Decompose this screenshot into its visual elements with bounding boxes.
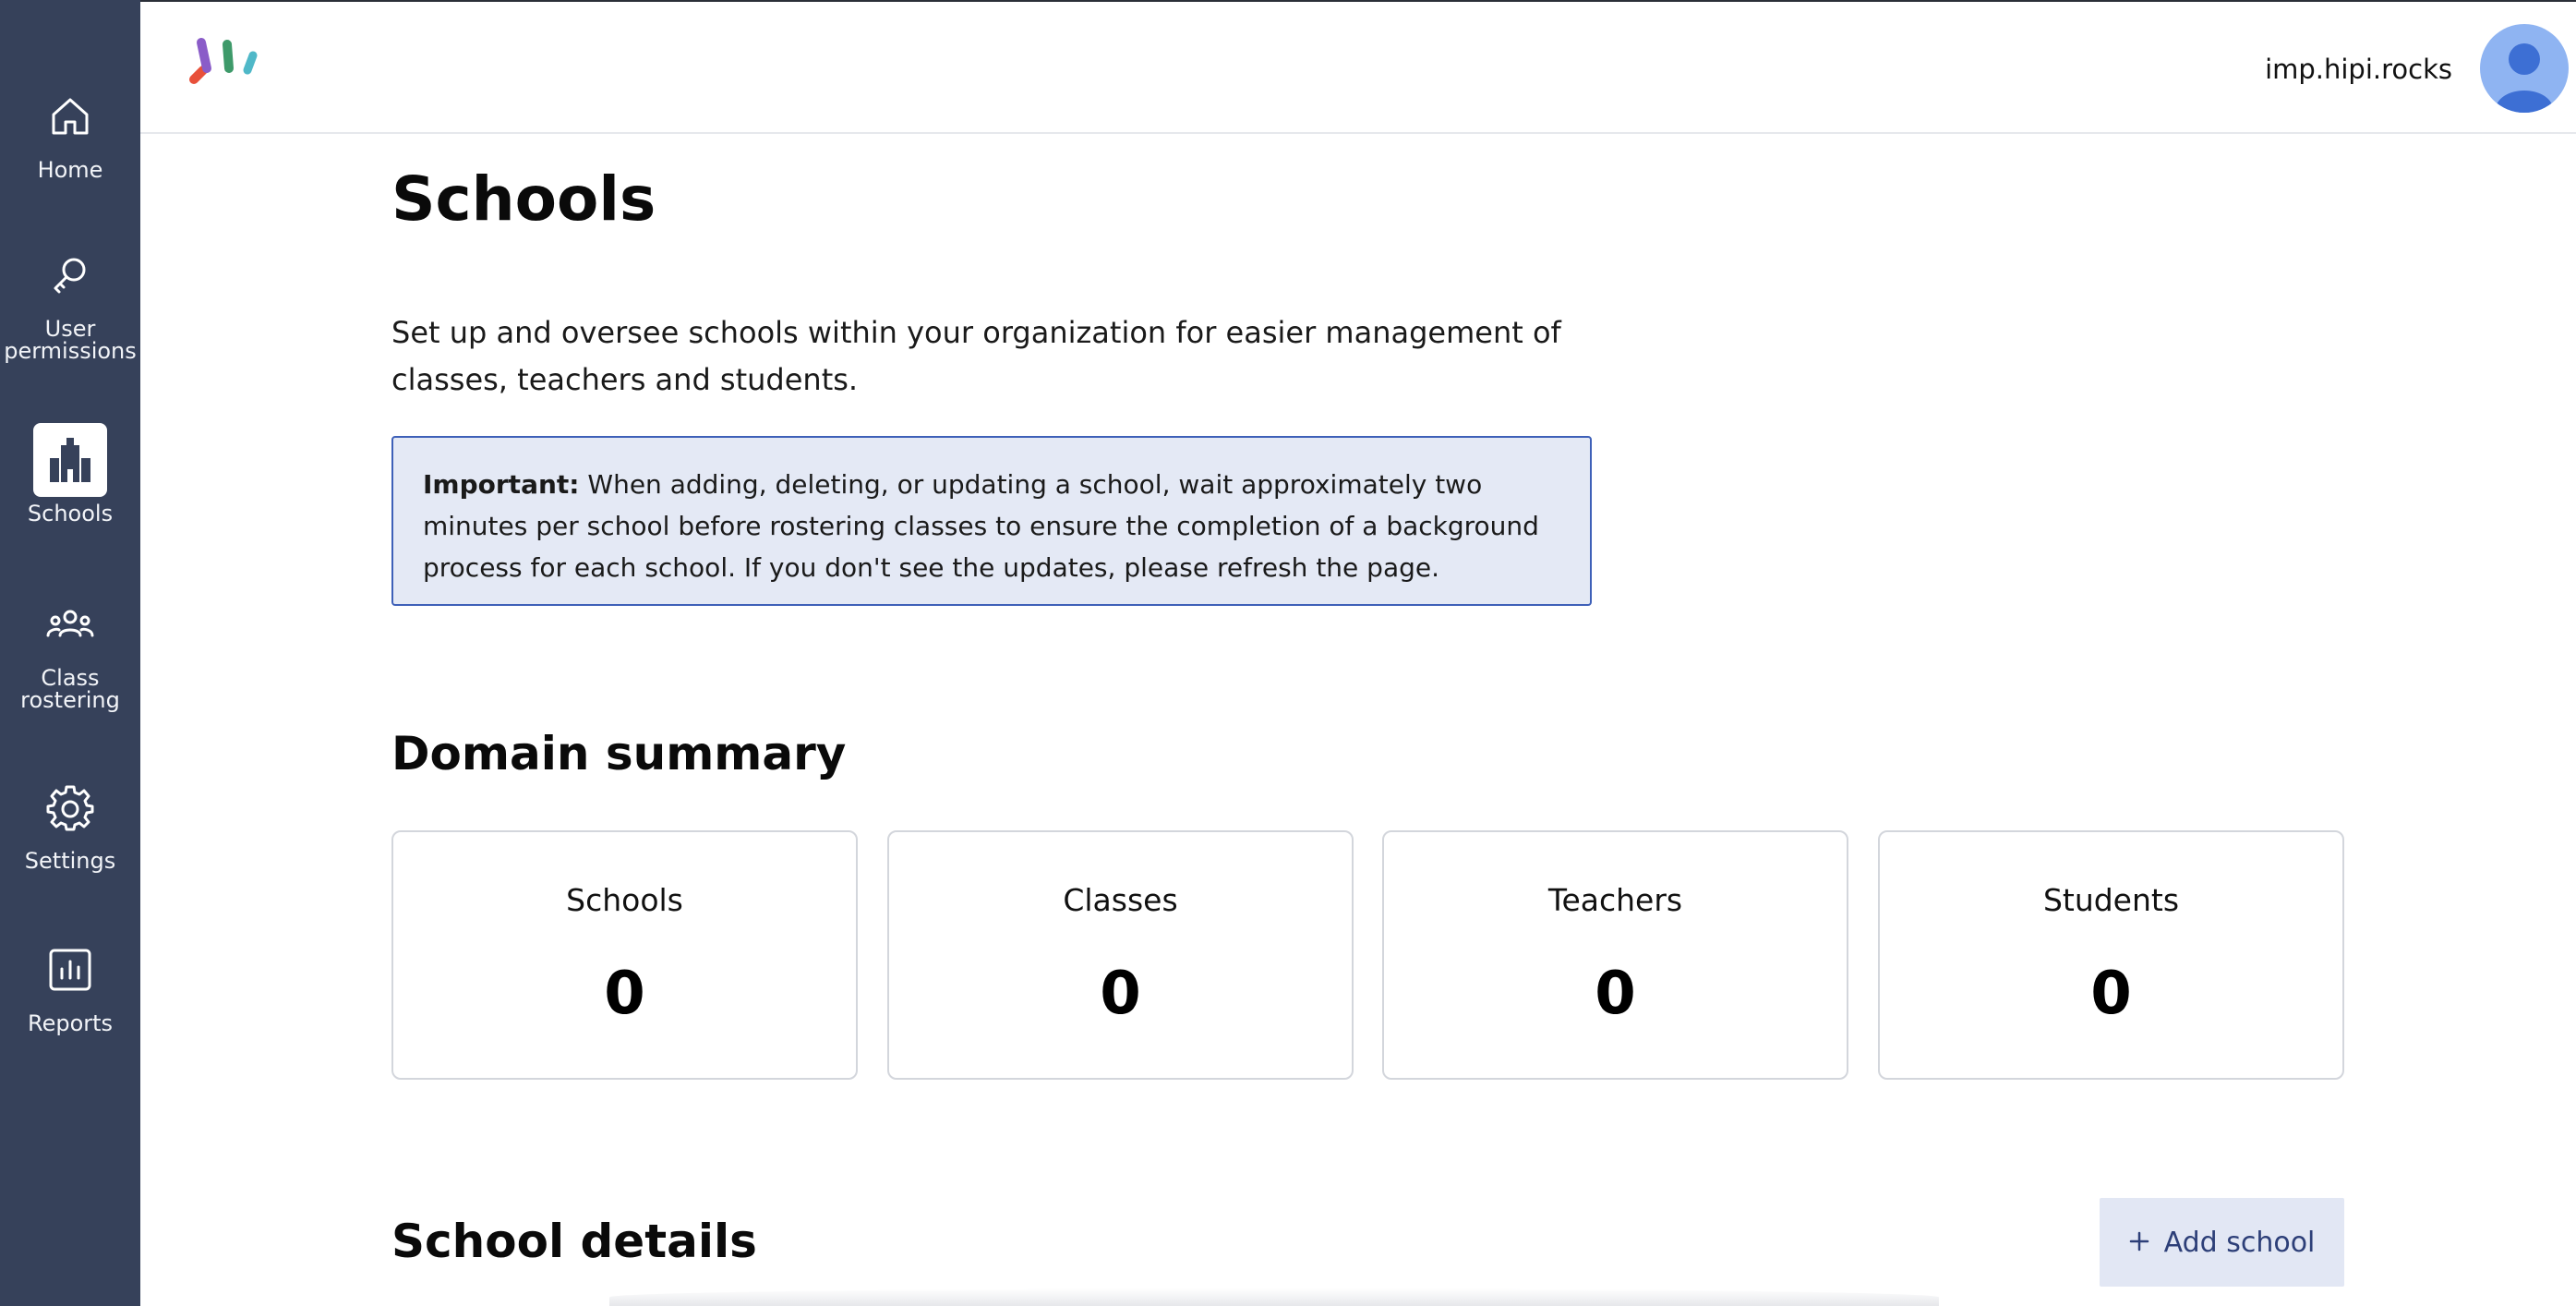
plus-icon (2129, 1227, 2149, 1259)
card-value: 0 (1595, 960, 1636, 1028)
brand-logo[interactable] (183, 35, 266, 91)
sidebar-item-label-line-1: User (44, 316, 96, 342)
gear-icon (33, 770, 107, 844)
sidebar-item-label-line-2: rostering (20, 687, 120, 713)
add-school-label: Add school (2163, 1226, 2316, 1259)
sidebar-nav: Home User permissions Schools Class rost… (0, 0, 140, 1306)
summary-card-students: Students 0 (1878, 830, 2344, 1080)
summary-card-schools: Schools 0 (391, 830, 858, 1080)
sidebar-item-home[interactable]: Home (0, 79, 140, 181)
username-label[interactable]: imp.hipi.rocks (2265, 54, 2452, 85)
notice-strong: Important: (423, 469, 580, 500)
top-bar: imp.hipi.rocks (140, 0, 2576, 134)
sidebar-item-label-line-1: Class (41, 665, 100, 691)
card-label: Students (2042, 882, 2180, 918)
card-label: Classes (1063, 882, 1178, 918)
bar-chart-icon (33, 933, 107, 1007)
card-value: 0 (2090, 960, 2132, 1028)
important-notice: Important: When adding, deleting, or upd… (391, 436, 1592, 606)
sidebar-item-user-permissions[interactable]: User permissions (0, 238, 140, 362)
user-avatar-icon[interactable] (2480, 24, 2569, 113)
key-icon (33, 238, 107, 312)
sidebar-item-reports[interactable]: Reports (0, 933, 140, 1034)
sidebar-item-class-rostering[interactable]: Class rostering (0, 587, 140, 711)
table-top-shadow (609, 1288, 1939, 1306)
card-value: 0 (1100, 960, 1141, 1028)
sidebar-item-label: Settings (24, 848, 116, 874)
school-details-title: School details (391, 1215, 757, 1268)
domain-summary-title: Domain summary (391, 727, 847, 780)
summary-card-classes: Classes 0 (887, 830, 1354, 1080)
page-title: Schools (391, 163, 656, 235)
page-intro: Set up and oversee schools within your o… (391, 315, 1561, 397)
people-group-icon (33, 587, 107, 661)
summary-cards: Schools 0 Classes 0 Teachers 0 Students … (391, 830, 2344, 1080)
notice-text: When adding, deleting, or updating a sch… (423, 469, 1539, 583)
home-icon (33, 79, 107, 153)
sidebar-item-label: Home (37, 157, 103, 183)
sidebar-item-label: Reports (27, 1010, 114, 1036)
card-label: Schools (566, 882, 683, 918)
card-value: 0 (604, 960, 645, 1028)
school-icon (33, 423, 107, 497)
summary-card-teachers: Teachers 0 (1382, 830, 1848, 1080)
sidebar-item-settings[interactable]: Settings (0, 770, 140, 872)
card-label: Teachers (1547, 882, 1683, 918)
add-school-button[interactable]: Add school (2100, 1198, 2344, 1287)
sidebar-item-schools[interactable]: Schools (0, 423, 140, 525)
sidebar-item-label: Schools (27, 501, 114, 526)
sidebar-item-label-line-2: permissions (4, 338, 137, 364)
